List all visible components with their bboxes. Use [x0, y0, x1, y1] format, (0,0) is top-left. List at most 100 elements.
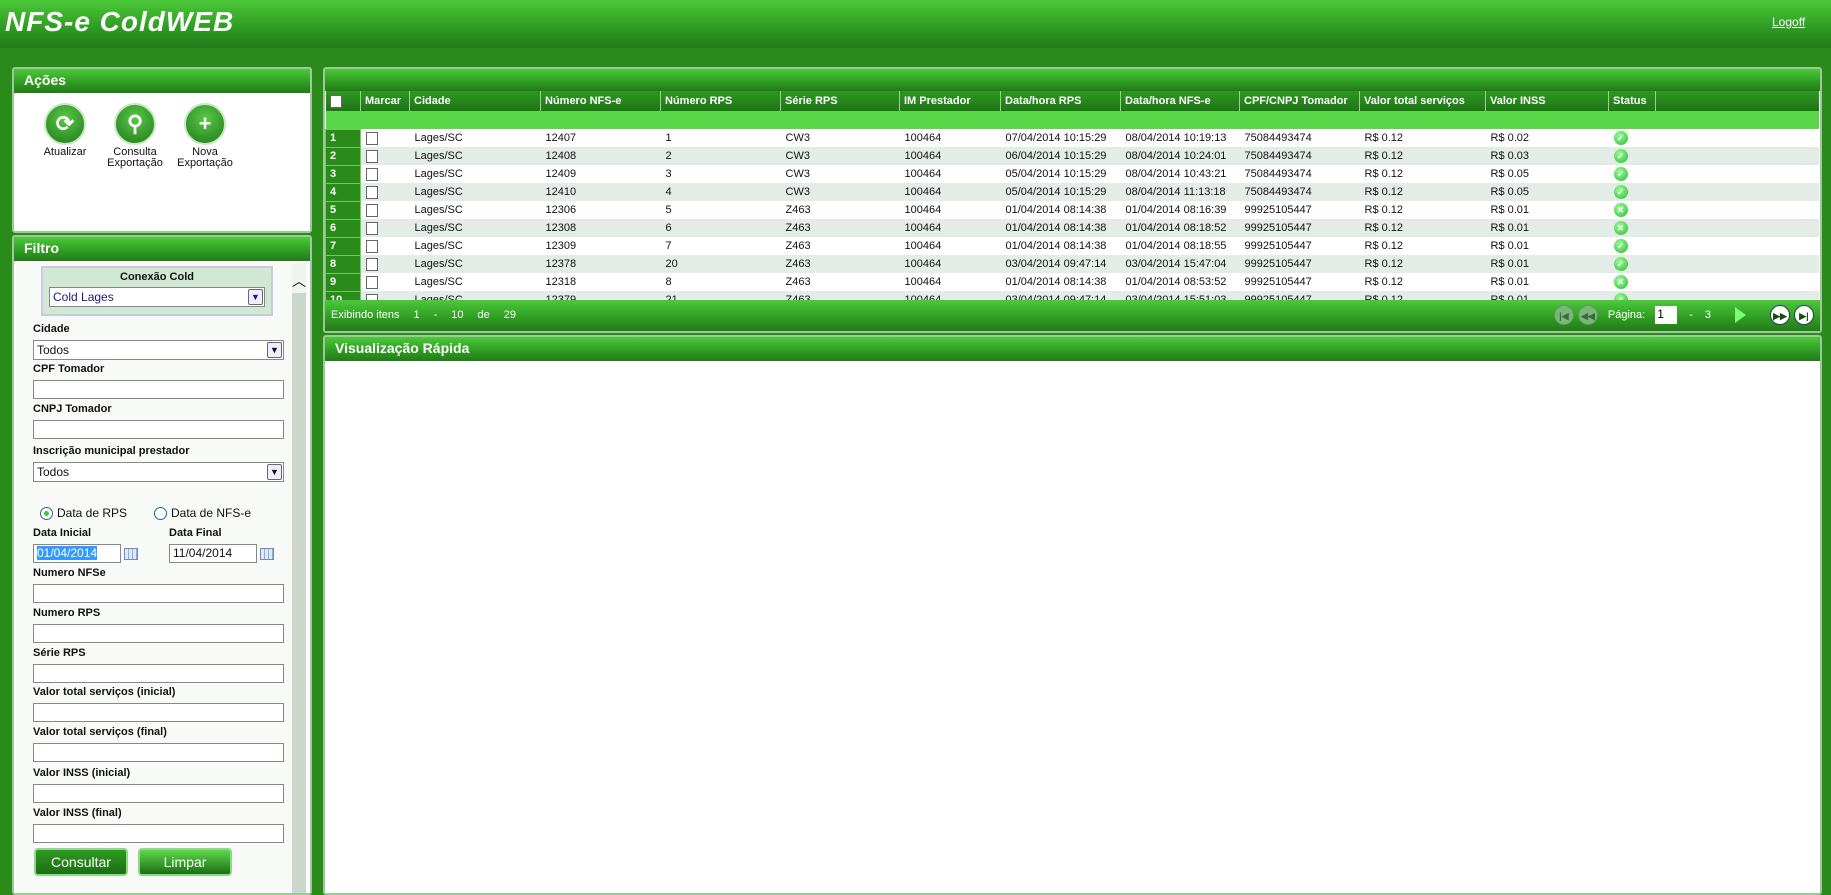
filter-scrollbar[interactable]: ︿: [292, 263, 306, 893]
table-row[interactable]: 4 Lages/SC 12410 4 CW3 100464 05/04/2014 10:15…: [325, 182, 1819, 202]
last-page-icon[interactable]: ▶|: [1794, 305, 1814, 325]
numero-rps-input[interactable]: [33, 624, 284, 643]
nova-exportacao-button[interactable]: + Nova Exportação: [174, 103, 236, 169]
inscricao-select[interactable]: Todos ▼: [33, 462, 284, 482]
consultar-button[interactable]: Consultar: [34, 848, 128, 876]
radio-data-nfse[interactable]: Data de NFS-e: [154, 506, 251, 520]
table-cell: 08/04/2014 11:13:18: [1125, 186, 1226, 198]
table-cell: R$ 0.12: [1364, 258, 1404, 270]
table-cell: 4: [665, 186, 672, 198]
column-header[interactable]: IM Prestador: [899, 91, 1001, 111]
scroll-up-icon[interactable]: ︿: [292, 263, 306, 293]
table-row[interactable]: 9 Lages/SC 12318 8 Z463 100464 01/04/2014 08:1…: [325, 272, 1820, 292]
column-header[interactable]: Número NFS-e: [540, 91, 661, 111]
radio-data-rps[interactable]: Data de RPS: [40, 506, 127, 520]
row-checkbox[interactable]: [366, 257, 378, 271]
marcar-cell[interactable]: [361, 219, 410, 237]
page-input[interactable]: 1: [1655, 306, 1678, 324]
marcar-cell[interactable]: [361, 201, 410, 219]
column-header[interactable]: Marcar: [360, 91, 410, 111]
logoff-link[interactable]: Logoff: [1772, 15, 1805, 29]
table-cell: 100464: [904, 186, 942, 198]
table-row[interactable]: 5 Lages/SC 12306 5 Z463 100464 01/04/2014 08:1…: [325, 200, 1819, 220]
column-header[interactable]: Série RPS: [780, 91, 900, 111]
marcar-cell[interactable]: [361, 273, 410, 291]
table-row[interactable]: 7 Lages/SC 12309 7 Z463 100464 01/04/2014 08:1…: [325, 236, 1820, 256]
row-checkbox[interactable]: [366, 239, 378, 253]
status-ok-icon[interactable]: ✓: [1613, 185, 1628, 199]
table-row[interactable]: 2 Lages/SC 12408 2 CW3 100464 06/04/2014 10:15…: [325, 146, 1819, 166]
inss-final-input[interactable]: [33, 824, 284, 843]
table-row[interactable]: 3 Lages/SC 12409 3 CW3 100464 05/04/2014 10:15…: [325, 164, 1819, 184]
next-page-icon[interactable]: [1735, 307, 1746, 323]
column-header[interactable]: Status: [1608, 91, 1656, 111]
previous-page-icon[interactable]: ◀◀: [1577, 305, 1598, 325]
cpf-input[interactable]: [33, 380, 284, 399]
first-page-icon[interactable]: |◀: [1553, 305, 1574, 325]
status-ok-icon[interactable]: ✓: [1613, 239, 1628, 253]
row-checkbox[interactable]: [366, 275, 378, 289]
table-cell: R$ 0.05: [1490, 168, 1530, 180]
table-cell: 75084493474: [1244, 186, 1312, 198]
table-row[interactable]: 8 Lages/SC 12378 20 Z463 100464 03/04/2014 09:…: [325, 254, 1819, 274]
row-checkbox[interactable]: [366, 221, 378, 235]
row-checkbox[interactable]: [366, 203, 378, 217]
numero-nfse-input[interactable]: [33, 584, 284, 603]
column-header[interactable]: CPF/CNPJ Tomador: [1239, 91, 1360, 111]
row-checkbox[interactable]: [366, 149, 378, 163]
column-header[interactable]: Valor total serviços: [1359, 91, 1486, 111]
column-header[interactable]: Cidade: [409, 91, 541, 111]
table-row[interactable]: 6 Lages/SC 12308 6 Z463 100464 01/04/2014 08:1…: [325, 218, 1819, 238]
data-inicial-input[interactable]: 01/04/2014: [33, 544, 121, 563]
status-cancelled-icon[interactable]: ✕: [1613, 203, 1628, 217]
valor-final-input[interactable]: [33, 743, 284, 762]
range-dash: -: [433, 309, 438, 321]
column-header[interactable]: Valor INSS: [1485, 91, 1609, 111]
inss-final-label: Valor INSS (final): [33, 807, 122, 819]
table-cell: 01/04/2014 08:53:52: [1125, 276, 1227, 288]
column-header[interactable]: Número RPS: [660, 91, 781, 111]
marcar-cell[interactable]: [361, 183, 410, 201]
row-filler: [1656, 237, 1820, 255]
range-from: 1: [413, 309, 420, 321]
calendar-icon[interactable]: [124, 547, 138, 560]
data-final-input[interactable]: 11/04/2014: [169, 544, 257, 563]
limpar-button[interactable]: Limpar: [138, 848, 232, 876]
cidade-select[interactable]: Todos ▼: [33, 340, 284, 360]
row-filler: [1656, 273, 1820, 291]
marcar-cell[interactable]: [361, 147, 410, 165]
filtro-title: Filtro: [14, 237, 310, 261]
row-checkbox[interactable]: [366, 185, 378, 199]
valor-inicial-input[interactable]: [33, 703, 284, 722]
consulta-exportacao-button[interactable]: ⚲ Consulta Exportação: [104, 103, 166, 169]
marcar-cell[interactable]: [361, 129, 410, 147]
cnpj-input[interactable]: [33, 420, 284, 439]
status-ok-icon[interactable]: ✓: [1613, 149, 1628, 163]
table-cell: R$ 0.12: [1364, 204, 1404, 216]
column-header[interactable]: Data/hora RPS: [1000, 91, 1121, 111]
marcar-cell[interactable]: [361, 255, 410, 273]
table-row[interactable]: 1 Lages/SC 12407 1 CW3 100464 07/04/2014 10:15…: [325, 128, 1819, 148]
select-all-checkbox[interactable]: [329, 94, 342, 108]
status-ok-icon[interactable]: ✓: [1613, 257, 1628, 271]
row-checkbox[interactable]: [366, 167, 378, 181]
table-cell: 05/04/2014 10:15:29: [1005, 168, 1107, 180]
status-ok-icon[interactable]: ✓: [1613, 131, 1628, 145]
serie-rps-input[interactable]: [33, 664, 284, 683]
table-cell: 99925105447: [1244, 204, 1312, 216]
column-header[interactable]: Data/hora NFS-e: [1120, 91, 1240, 111]
calendar-icon[interactable]: [260, 547, 274, 560]
atualizar-button[interactable]: ⟳ Atualizar: [34, 103, 96, 169]
inss-inicial-input[interactable]: [33, 784, 284, 803]
select-all-header[interactable]: [325, 91, 361, 111]
row-checkbox[interactable]: [366, 131, 378, 145]
marcar-cell[interactable]: [361, 165, 410, 183]
status-ok-icon[interactable]: ✓: [1613, 167, 1628, 181]
status-cancelled-icon[interactable]: ✕: [1613, 275, 1628, 289]
marcar-cell[interactable]: [361, 237, 410, 255]
conexao-label: Conexão Cold: [120, 271, 194, 283]
chevron-down-icon: ▼: [248, 289, 263, 305]
status-cancelled-icon[interactable]: ✕: [1613, 221, 1628, 235]
conexao-select[interactable]: Cold Lages ▼: [49, 287, 265, 307]
fast-forward-icon[interactable]: ▶▶: [1770, 305, 1790, 325]
